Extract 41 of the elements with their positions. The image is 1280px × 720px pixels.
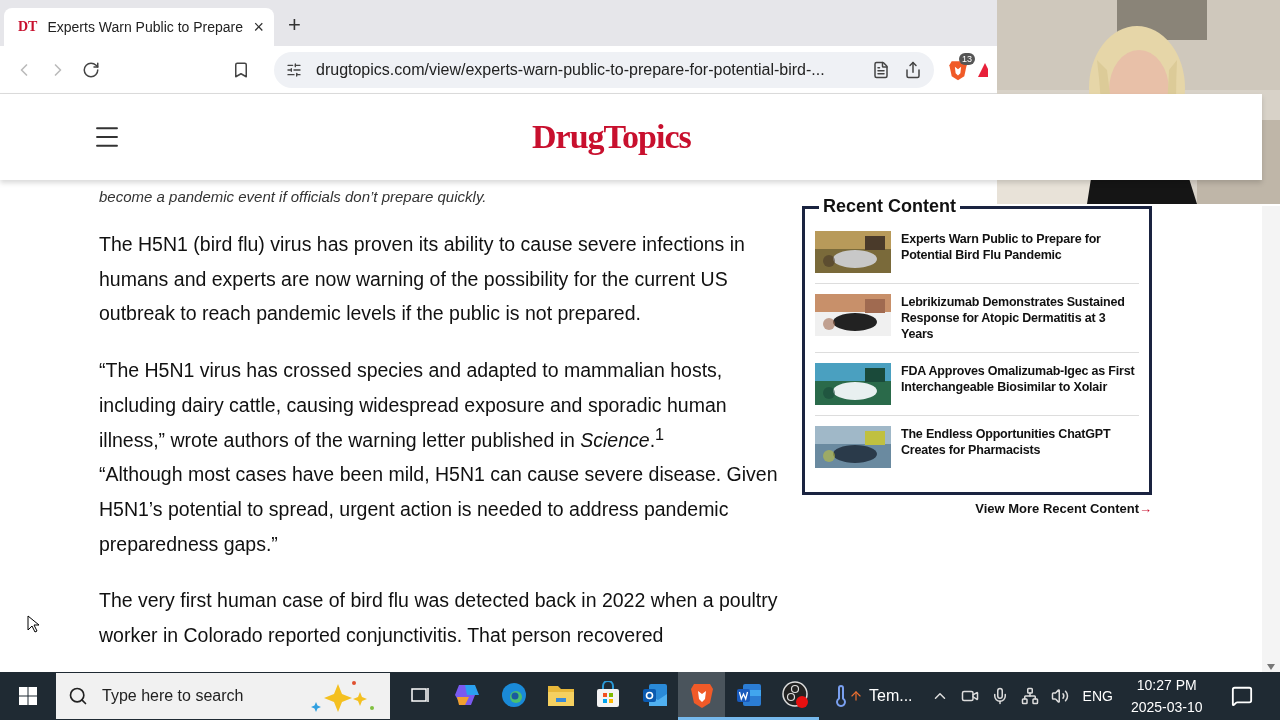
- search-icon: [68, 686, 88, 706]
- recorder-icon: [780, 679, 811, 710]
- article-paragraph: “The H5N1 virus has crossed species and adapted to mammalian hosts, including dairy cattle, causing widespread exposure and sporadic human illness,” wrote authors of the warning letter published in Science.$^{1}$ “Although most cases have been mild, H5N1 can cause severe disease. Given H5N1’s potential to spread, urgent action is needed to address pandemic preparedness gaps.”: [99, 358, 779, 557]
- site-logo[interactable]: DrugTopics: [532, 118, 691, 156]
- weather-text: Tem...: [869, 687, 913, 705]
- image-caption: become a pandemic event if officials don’t prepare quickly.: [99, 188, 488, 205]
- mouse-cursor-icon: [27, 615, 39, 633]
- site-favicon: DT: [18, 19, 38, 35]
- weather-widget[interactable]: Tem...: [829, 684, 913, 708]
- network-icon[interactable]: [1020, 687, 1039, 705]
- close-tab-button[interactable]: ×: [253, 16, 264, 38]
- taskbar-search-field[interactable]: Type here to search: [56, 673, 390, 719]
- scroll-down-icon[interactable]: [1267, 664, 1275, 670]
- address-bar[interactable]: drugtopics.com/view/experts-warn-public-to-prepare-for-potential-bird-...: [274, 51, 934, 88]
- article-link[interactable]: FDA Approves Omalizumab-Igec as First Interchangeable Biosimilar to Xolair: [901, 363, 1139, 405]
- windows-logo-icon: [19, 687, 37, 705]
- task-view-icon: [409, 685, 430, 704]
- clock[interactable]: 10:27 PM 2025-03-10: [1130, 674, 1203, 718]
- scrollbar[interactable]: [1262, 206, 1280, 672]
- reader-icon[interactable]: [872, 60, 890, 79]
- article-link[interactable]: Lebrikizumab Demonstrates Sustained Response for Atopic Dermatitis at 3 Years: [901, 294, 1139, 342]
- document-app-icon: [734, 681, 763, 708]
- bookmark-icon[interactable]: [232, 60, 250, 79]
- store-icon: [594, 680, 621, 709]
- new-tab-button[interactable]: +: [288, 12, 301, 38]
- share-icon[interactable]: [904, 60, 922, 79]
- mail-app-icon: [640, 681, 669, 708]
- article-paragraph: The very first human case of bird flu was detected back in 2022 when a poultry worker in Colorado reported conjunctivitis. That person recovered: [99, 588, 779, 649]
- article-link[interactable]: The Endless Opportunities ChatGPT Creates for Pharmacists: [901, 426, 1139, 468]
- notifications-icon[interactable]: [1230, 685, 1253, 707]
- shields-count: 13: [959, 52, 975, 65]
- article-link[interactable]: Experts Warn Public to Prepare for Potential Bird Flu Pandemic: [901, 231, 1139, 273]
- tab-title: Experts Warn Public to Prepare: [47, 19, 244, 35]
- view-more-link[interactable]: View More Recent Content→: [975, 501, 1152, 516]
- site-settings-icon[interactable]: [286, 61, 302, 78]
- browser-tab[interactable]: DT Experts Warn Public to Prepare ×: [4, 8, 274, 46]
- reload-icon[interactable]: [82, 60, 100, 79]
- triangle-icon[interactable]: [978, 61, 988, 78]
- volume-icon[interactable]: [1050, 687, 1069, 705]
- language-indicator[interactable]: ENG: [1082, 688, 1113, 704]
- article-paragraph: The H5N1 (bird flu) virus has proven its ability to cause severe infections in humans and experts are now warning of the possibility for the current US outbreak to reach pandemic levels if the public is not prepared.: [99, 232, 746, 327]
